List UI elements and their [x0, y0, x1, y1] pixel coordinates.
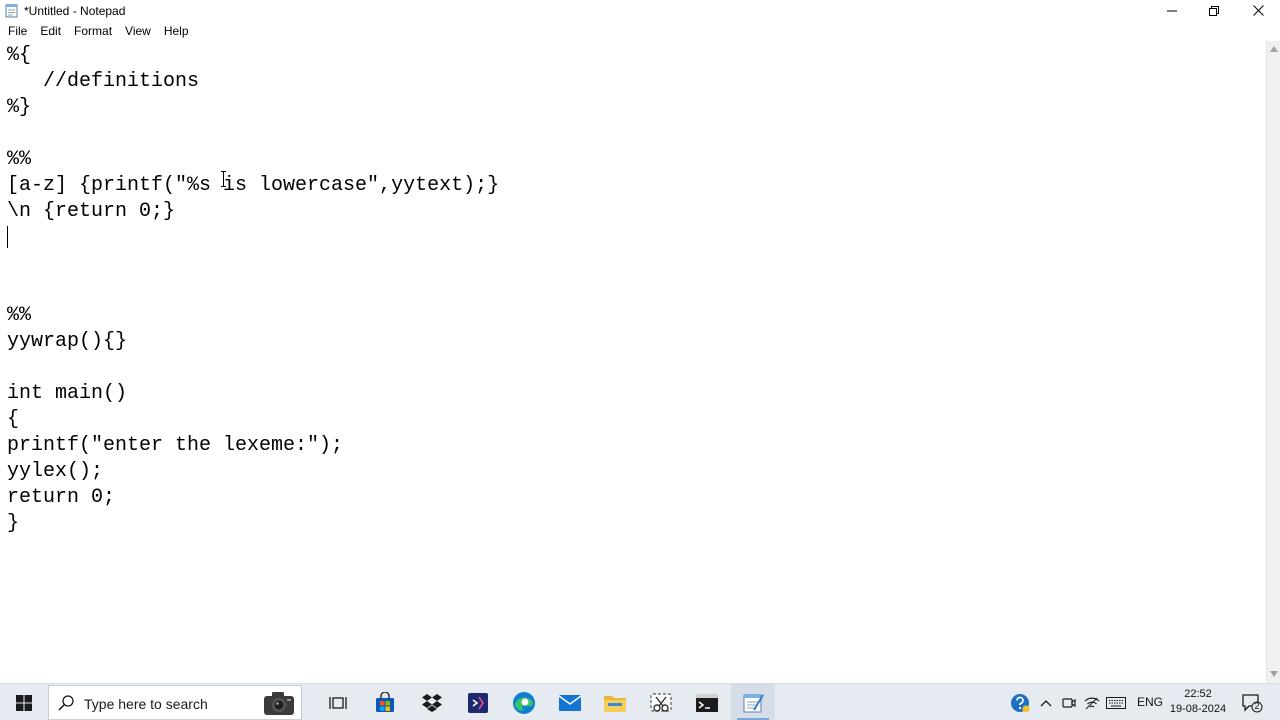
taskbar: Type here to search ENG 22:52 19-08-2024… [0, 683, 1280, 720]
mail-icon [558, 694, 582, 711]
dropbox-icon [422, 693, 442, 712]
taskbar-file-explorer[interactable] [593, 684, 637, 720]
code-line: yylex(); [7, 460, 104, 483]
language-indicator[interactable]: ENG [1137, 695, 1163, 709]
clock-date: 19-08-2024 [1169, 703, 1227, 715]
code-line: %} [7, 96, 32, 119]
code-line: %% [7, 148, 32, 171]
clock-time: 22:52 [1184, 688, 1212, 700]
code-line: %{ [7, 44, 32, 67]
menu-help[interactable]: Help [158, 22, 195, 40]
minimize-button[interactable] [1150, 0, 1194, 21]
code-line: printf("enter the lexeme:"); [7, 434, 344, 457]
menu-file[interactable]: File [2, 22, 33, 40]
taskbar-clock[interactable]: 22:52 19-08-2024 [1166, 687, 1230, 717]
wifi-icon [1084, 697, 1100, 709]
menu-view[interactable]: View [119, 22, 157, 40]
start-button[interactable] [0, 684, 48, 720]
window-title: *Untitled - Notepad [24, 4, 126, 18]
code-line: yywrap(){} [7, 330, 128, 353]
taskbar-edge[interactable] [502, 684, 546, 720]
camera-icon[interactable] [261, 689, 297, 717]
code-line: } [7, 512, 20, 535]
code-line: \n {return 0;} [7, 200, 176, 223]
notification-count: 2 [1254, 701, 1260, 711]
code-line: [a-z] {printf("%s is lowercase",yytext);… [7, 174, 500, 197]
meet-now-icon [1062, 697, 1076, 708]
title-bar: *Untitled - Notepad [0, 0, 1280, 21]
taskbar-visual-studio[interactable] [456, 684, 500, 720]
windows-logo-icon [16, 694, 32, 711]
taskbar-dropbox[interactable] [410, 684, 454, 720]
menu-edit[interactable]: Edit [34, 22, 67, 40]
tray-meet-now[interactable] [1058, 684, 1080, 720]
chevron-up-icon [1040, 699, 1052, 706]
command-prompt-icon [696, 693, 718, 712]
taskbar-search-box[interactable]: Type here to search [48, 685, 302, 720]
edge-icon [513, 691, 535, 714]
notepad-icon [5, 4, 18, 18]
scrollbar-track[interactable] [1270, 58, 1278, 666]
task-view-icon [329, 696, 347, 709]
tray-keyboard[interactable] [1104, 684, 1128, 720]
scroll-down-icon[interactable] [1270, 671, 1278, 677]
code-line: { [7, 408, 20, 431]
snipping-tool-icon [650, 692, 672, 712]
taskbar-mail[interactable] [548, 684, 592, 720]
vertical-scrollbar[interactable] [1266, 41, 1280, 683]
ibeam-cursor-icon [221, 171, 226, 187]
code-line: return 0; [7, 486, 116, 509]
task-view-button[interactable] [316, 684, 360, 720]
code-line: int main() [7, 382, 128, 405]
restore-icon [1209, 5, 1219, 16]
text-caret [7, 226, 8, 248]
taskbar-snipping-tool[interactable] [639, 684, 683, 720]
close-icon [1252, 5, 1264, 16]
file-explorer-icon [604, 695, 626, 712]
minimize-icon [1167, 10, 1177, 11]
notification-center-button[interactable]: 2 [1238, 684, 1266, 720]
store-icon [376, 691, 394, 712]
scroll-up-icon[interactable] [1270, 46, 1278, 52]
taskbar-notepad[interactable] [731, 684, 775, 720]
taskbar-store[interactable] [363, 684, 407, 720]
keyboard-icon [1106, 696, 1126, 709]
notepad-icon [743, 693, 764, 712]
text-editor[interactable]: %{ //definitions %} %% [a-z] {printf("%s… [0, 41, 1266, 683]
taskbar-command-prompt[interactable] [685, 684, 729, 720]
menu-bar: File Edit Format View Help [0, 21, 1280, 41]
search-placeholder: Type here to search [84, 696, 208, 712]
tray-wifi[interactable] [1081, 684, 1103, 720]
help-icon [1011, 693, 1030, 712]
close-button[interactable] [1236, 0, 1280, 21]
code-line: %% [7, 304, 32, 327]
menu-format[interactable]: Format [68, 22, 118, 40]
tray-show-hidden[interactable] [1035, 684, 1057, 720]
search-icon [58, 695, 74, 711]
tray-help[interactable] [1008, 684, 1032, 720]
visual-studio-icon [468, 692, 488, 713]
code-line: //definitions [7, 70, 200, 93]
restore-button[interactable] [1192, 0, 1236, 21]
